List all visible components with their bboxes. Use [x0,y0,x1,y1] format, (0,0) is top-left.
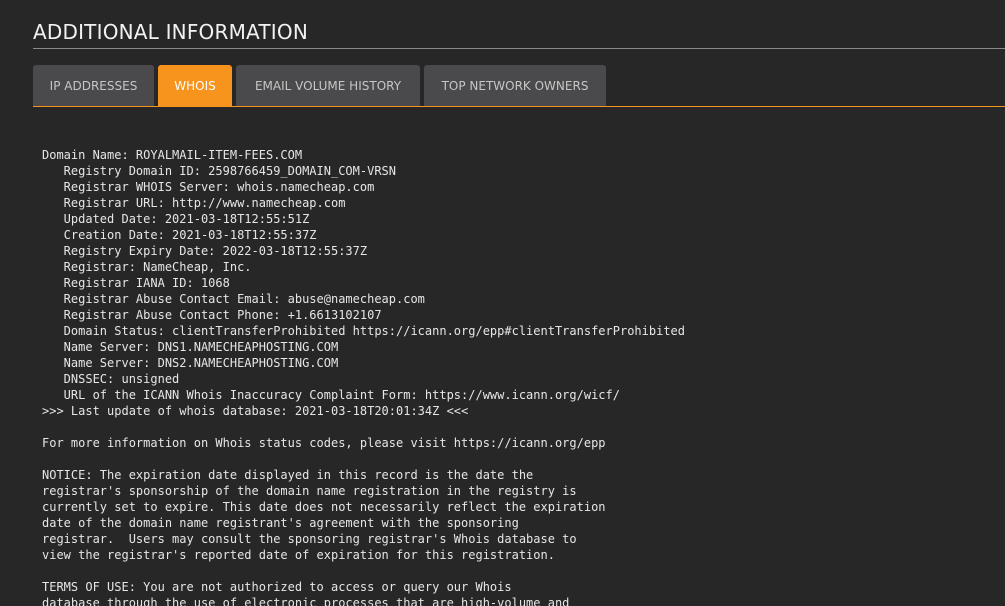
whois-record-text: Domain Name: ROYALMAIL-ITEM-FEES.COM Reg… [42,148,685,606]
tab-ip-addresses[interactable]: IP ADDRESSES [33,65,154,106]
tab-bar: IP ADDRESSES WHOIS EMAIL VOLUME HISTORY … [33,65,606,106]
additional-information-panel: ADDITIONAL INFORMATION IP ADDRESSES WHOI… [0,0,1005,606]
section-title: ADDITIONAL INFORMATION [33,20,308,44]
tab-divider [33,106,1005,107]
tab-email-volume-history[interactable]: EMAIL VOLUME HISTORY [236,65,420,106]
title-divider [33,48,1005,49]
tab-whois[interactable]: WHOIS [158,65,232,106]
tab-top-network-owners[interactable]: TOP NETWORK OWNERS [424,65,606,106]
